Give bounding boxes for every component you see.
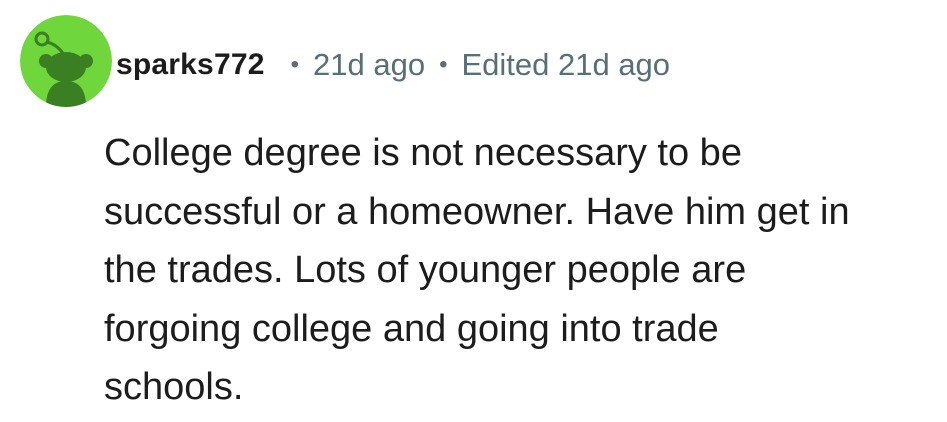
- comment-body-line: the trades. Lots of younger people are: [104, 249, 747, 291]
- comment-body-line: College degree is not necessary to be: [104, 132, 742, 174]
- comment-body-line: forgoing college and going into trade: [104, 307, 719, 350]
- user-avatar[interactable]: [20, 15, 112, 107]
- snoo-avatar-icon: [20, 15, 112, 107]
- comment-body-line: successful or a homeowner. Have him get …: [104, 190, 850, 233]
- posted-timestamp[interactable]: 21d ago: [313, 47, 425, 83]
- separator-dot: •: [439, 51, 448, 78]
- separator-dot: •: [290, 51, 299, 78]
- comment: sparks772 • 21d ago • Edited 21d ago Col…: [0, 0, 947, 422]
- comment-body: College degree is not necessary to be su…: [104, 124, 934, 417]
- comment-body-line: schools.: [104, 366, 244, 408]
- edited-timestamp: Edited 21d ago: [461, 47, 671, 82]
- comment-meta: sparks772 • 21d ago • Edited 21d ago: [116, 40, 670, 90]
- username-link[interactable]: sparks772: [116, 48, 265, 82]
